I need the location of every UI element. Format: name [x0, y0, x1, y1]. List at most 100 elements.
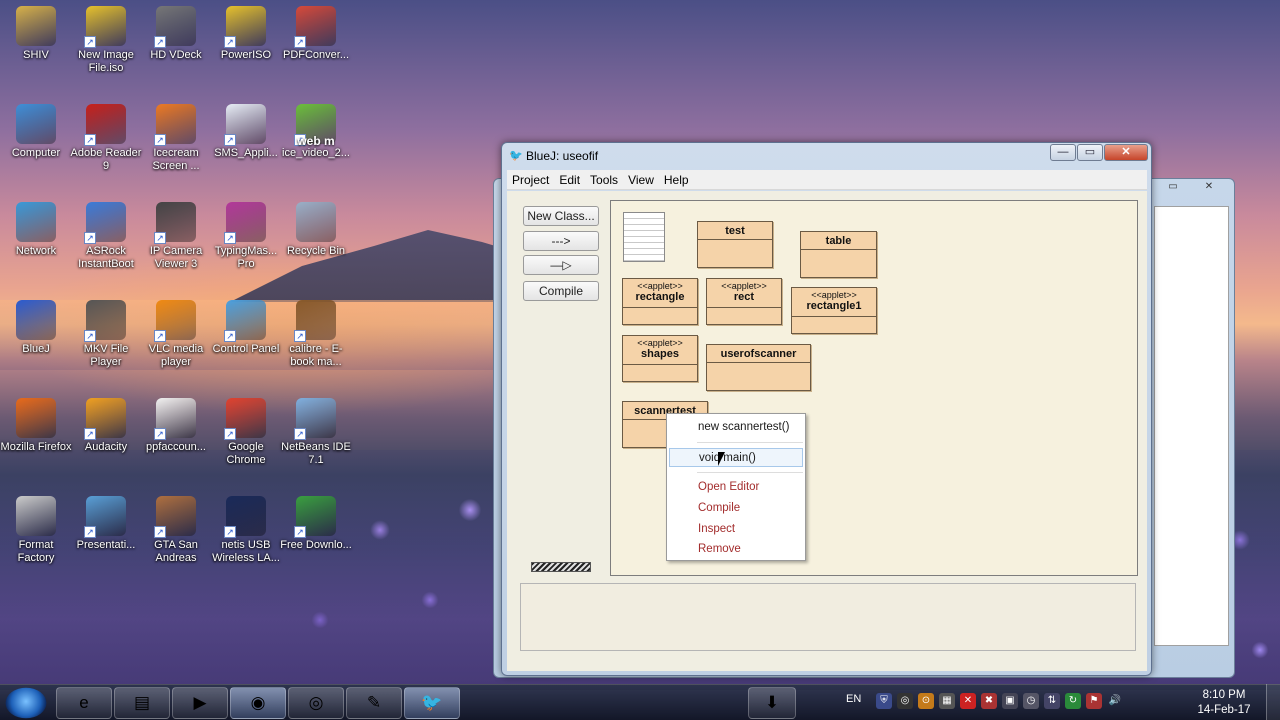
desktop-icon-google-chrome[interactable]: ↗ Google Chrome: [210, 398, 282, 467]
desktop-icon-bluej[interactable]: BlueJ: [0, 300, 72, 356]
menu-item-void-main[interactable]: void main(): [669, 448, 803, 467]
desktop-icon-label: MKV File Player: [83, 343, 129, 368]
menu-tools[interactable]: Tools: [585, 173, 623, 187]
class-rectangle[interactable]: <<applet>> rectangle: [622, 278, 698, 325]
desktop-icon-network[interactable]: Network: [0, 202, 72, 258]
class-userofscanner[interactable]: userofscanner: [706, 344, 811, 391]
gta-icon: ↗: [154, 496, 196, 538]
desktop-icon-computer[interactable]: Computer: [0, 104, 72, 160]
bluej-taskbar-icon[interactable]: 🐦: [404, 687, 460, 719]
bluej-window[interactable]: 🐦 BlueJ: useofif — ▭ ✕ Project Edit Tool…: [501, 142, 1152, 676]
compile-button[interactable]: Compile: [523, 281, 599, 301]
desktop-icon-new-image-file-iso[interactable]: ↗ New Image File.iso: [70, 6, 142, 75]
desktop-icon-netis-usb-wireless-la[interactable]: ↗ netis USB Wireless LA...: [210, 496, 282, 565]
menu-item-inspect[interactable]: Inspect: [669, 520, 803, 539]
class-table[interactable]: table: [800, 231, 877, 278]
menu-help[interactable]: Help: [659, 173, 694, 187]
desktop-icon-recycle-bin[interactable]: Recycle Bin: [280, 202, 352, 258]
webm-badge: web m: [297, 134, 335, 148]
start-button[interactable]: [5, 687, 47, 719]
menu-item-compile[interactable]: Compile: [669, 499, 803, 518]
shortcut-arrow-icon: ↗: [294, 428, 306, 440]
class-test[interactable]: test: [697, 221, 773, 268]
desktop-icon-sms-appli[interactable]: ↗ SMS_Appli...: [210, 104, 282, 160]
monitor-icon[interactable]: ▣: [1002, 693, 1018, 709]
uses-arrow-button[interactable]: --->: [523, 231, 599, 251]
chrome-taskbar-icon[interactable]: ◉: [230, 687, 286, 719]
menu-item-new-scannertest[interactable]: new scannertest(): [669, 418, 803, 437]
show-desktop-button[interactable]: [1266, 684, 1280, 720]
desktop-icon-shiv[interactable]: SHIV: [0, 6, 72, 62]
minimize-button[interactable]: —: [1050, 144, 1076, 161]
desktop-icon-netbeans-ide-7-1[interactable]: ↗ NetBeans IDE 7.1: [280, 398, 352, 467]
download-arrow-icon[interactable]: ⬇: [748, 687, 796, 719]
inherits-arrow-button[interactable]: —▷: [523, 255, 599, 275]
new-class-button[interactable]: New Class...: [523, 206, 599, 226]
menu-item-remove[interactable]: Remove: [669, 540, 803, 559]
back-maximize-icon[interactable]: ▭: [1158, 181, 1188, 195]
desktop-icon-gta-san-andreas[interactable]: ↗ GTA San Andreas: [140, 496, 212, 565]
shortcut-arrow-icon: ↗: [224, 428, 236, 440]
desktop-icon-label: Network: [15, 245, 57, 257]
error-icon[interactable]: ✕: [960, 693, 976, 709]
capture-icon[interactable]: ◎: [897, 693, 913, 709]
desktop-icon-control-panel[interactable]: ↗ Control Panel: [210, 300, 282, 356]
flag-icon[interactable]: ⚑: [1086, 693, 1102, 709]
notepad-icon[interactable]: ✎: [346, 687, 402, 719]
desktop-icon-format-factory[interactable]: Format Factory: [0, 496, 72, 565]
icecream-tray-icon[interactable]: ⊙: [918, 693, 934, 709]
bluej-app-icon: 🐦: [509, 150, 523, 162]
desktop-icon-typingmas-pro[interactable]: ↗ TypingMas... Pro: [210, 202, 282, 271]
desktop-icon-ip-camera-viewer-3[interactable]: ↗ IP Camera Viewer 3: [140, 202, 212, 271]
class-rect[interactable]: <<applet>> rect: [706, 278, 782, 325]
close-button[interactable]: ✕: [1104, 144, 1148, 161]
desktop-icon-ice-video-2[interactable]: ↗ web m ice_video_2...: [280, 104, 352, 160]
desktop-icon-ppfaccoun[interactable]: ↗ ppfaccoun...: [140, 398, 212, 454]
network-tray-icon[interactable]: ⇅: [1044, 693, 1060, 709]
desktop-icon-audacity[interactable]: ↗ Audacity: [70, 398, 142, 454]
menu-project[interactable]: Project: [507, 173, 554, 187]
menu-view[interactable]: View: [623, 173, 659, 187]
window-title: BlueJ: useofif: [526, 149, 599, 163]
sync-icon[interactable]: ↻: [1065, 693, 1081, 709]
gift-icon[interactable]: ✖: [981, 693, 997, 709]
icecream-icon: ↗: [154, 104, 196, 146]
mouse-cursor-icon: [718, 452, 725, 466]
desktop-icon-icecream-screen[interactable]: ↗ Icecream Screen ...: [140, 104, 212, 173]
shield-icon[interactable]: ⛨: [876, 693, 892, 709]
volume-icon[interactable]: 🔊: [1107, 693, 1123, 709]
desktop-icon-free-downlo[interactable]: ↗ Free Downlo...: [280, 496, 352, 552]
desktop-icon-asrock-instantboot[interactable]: ↗ ASRock InstantBoot: [70, 202, 142, 271]
ie-icon[interactable]: e: [56, 687, 112, 719]
pdf-document-icon: ↗: [154, 398, 196, 440]
back-close-icon[interactable]: ✕: [1194, 181, 1224, 195]
desktop-icon-mkv-file-player[interactable]: ↗ MKV File Player: [70, 300, 142, 369]
menu-item-open-editor[interactable]: Open Editor: [669, 478, 803, 497]
clock-tray-icon[interactable]: ◷: [1023, 693, 1039, 709]
desktop-icon-adobe-reader-9[interactable]: ↗ Adobe Reader 9: [70, 104, 142, 173]
class-shapes[interactable]: <<applet>> shapes: [622, 335, 698, 382]
desktop-icon-poweriso[interactable]: ↗ PowerISO: [210, 6, 282, 62]
explorer-icon[interactable]: ▤: [114, 687, 170, 719]
vlc-icon: ↗: [154, 300, 196, 342]
readme-document-icon[interactable]: [623, 212, 665, 262]
desktop-icon-label: NetBeans IDE 7.1: [281, 441, 351, 466]
control-panel-icon: ↗: [224, 300, 266, 342]
desktop-icon-mozilla-firefox[interactable]: Mozilla Firefox: [0, 398, 72, 454]
desktop-icon-label: netis USB Wireless LA...: [212, 539, 280, 564]
shortcut-arrow-icon: ↗: [154, 428, 166, 440]
icecream-taskbar-icon[interactable]: ◎: [288, 687, 344, 719]
menu-edit[interactable]: Edit: [554, 173, 585, 187]
desktop-icon-vlc-media-player[interactable]: ↗ VLC media player: [140, 300, 212, 369]
maximize-button[interactable]: ▭: [1077, 144, 1103, 161]
desktop-icon-label: Adobe Reader 9: [70, 147, 142, 172]
desktop-icon-presentati[interactable]: ↗ Presentati...: [70, 496, 142, 552]
clock[interactable]: 8:10 PM 14-Feb-17: [1196, 688, 1252, 718]
class-rectangle1[interactable]: <<applet>> rectangle1: [791, 287, 877, 334]
desktop-icon-pdfconver[interactable]: ↗ PDFConver...: [280, 6, 352, 62]
card-icon[interactable]: ▦: [939, 693, 955, 709]
media-player-icon[interactable]: ▶: [172, 687, 228, 719]
desktop-icon-hd-vdeck[interactable]: ↗ HD VDeck: [140, 6, 212, 62]
desktop-icon-calibre-e-book-ma[interactable]: ↗ calibre - E-book ma...: [280, 300, 352, 369]
language-indicator[interactable]: EN: [846, 693, 861, 705]
